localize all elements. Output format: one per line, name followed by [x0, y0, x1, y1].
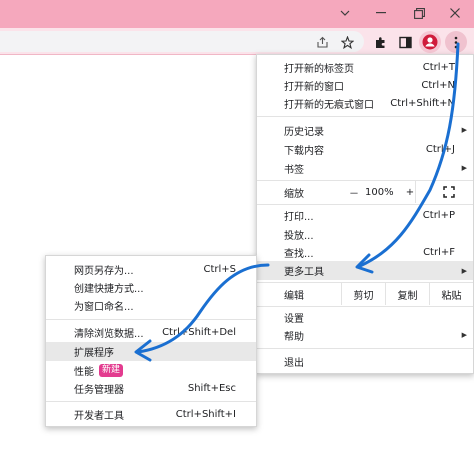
menu-item-settings[interactable]: 设置 — [257, 308, 473, 326]
history-label: 历史记录 — [284, 126, 324, 138]
menu-item-print[interactable]: 打印... Ctrl+P — [257, 206, 473, 224]
new-window-label: 打开新的窗口 — [284, 81, 344, 93]
address-bar[interactable] — [0, 31, 364, 52]
chevron-down-icon[interactable] — [326, 0, 364, 26]
menu-item-zoom: 缩放 － 100% + — [257, 181, 473, 203]
zoom-label: 缩放 — [284, 188, 304, 200]
kebab-menu-icon[interactable] — [445, 31, 467, 53]
menu-item-cast[interactable]: 投放... — [257, 225, 473, 243]
menu-item-new-tab[interactable]: 打开新的标签页 Ctrl+T — [257, 58, 473, 76]
separator — [257, 204, 473, 205]
menu-item-find[interactable]: 查找... Ctrl+F — [257, 243, 473, 261]
submenu-item-save-as[interactable]: 网页另存为... Ctrl+S — [46, 260, 256, 278]
copy-label: 复制 — [397, 290, 418, 302]
find-label: 查找... — [284, 248, 314, 260]
minimize-icon[interactable] — [362, 0, 400, 26]
new-window-shortcut: Ctrl+N — [421, 79, 455, 91]
downloads-shortcut: Ctrl+J — [425, 143, 455, 155]
cut-button[interactable]: 剪切 — [341, 283, 385, 305]
submenu-item-clear-data[interactable]: 清除浏览数据... Ctrl+Shift+Del — [46, 323, 256, 341]
separator — [257, 116, 473, 117]
menu-item-more-tools[interactable]: 更多工具 ▶ — [257, 261, 473, 280]
profile-icon[interactable] — [419, 31, 441, 53]
zoom-value: 100% — [365, 186, 394, 198]
more-tools-label: 更多工具 — [284, 267, 324, 278]
title-bar — [0, 0, 474, 28]
downloads-label: 下载内容 — [284, 145, 324, 157]
menu-item-downloads[interactable]: 下载内容 Ctrl+J — [257, 140, 473, 158]
extensions-label: 扩展程序 — [74, 348, 114, 359]
new-badge: 新建 — [99, 364, 124, 377]
sidepanel-icon[interactable] — [394, 31, 416, 53]
find-shortcut: Ctrl+F — [423, 246, 455, 258]
submenu-item-dev-tools[interactable]: 开发者工具 Ctrl+Shift+I — [46, 405, 256, 423]
exit-label: 退出 — [284, 357, 304, 369]
separator — [46, 401, 256, 402]
incognito-label: 打开新的无痕式窗口 — [284, 99, 374, 111]
help-label: 帮助 — [284, 331, 304, 343]
zoom-out-button[interactable]: － — [342, 185, 366, 200]
submenu-item-extensions[interactable]: 扩展程序 — [46, 342, 256, 361]
fullscreen-icon[interactable] — [443, 186, 455, 201]
menu-item-help[interactable]: 帮助 ▶ — [257, 326, 473, 344]
submenu-item-performance[interactable]: 性能 新建 — [46, 361, 256, 379]
menu-item-incognito[interactable]: 打开新的无痕式窗口 Ctrl+Shift+N — [257, 94, 473, 112]
new-tab-shortcut: Ctrl+T — [422, 61, 455, 73]
clear-data-label: 清除浏览数据... — [74, 328, 144, 340]
clear-data-shortcut: Ctrl+Shift+Del — [162, 326, 236, 338]
paste-button[interactable]: 粘贴 — [429, 283, 473, 305]
restore-icon[interactable] — [400, 0, 438, 26]
puzzle-icon[interactable] — [369, 31, 391, 53]
menu-item-history[interactable]: 历史记录 ▶ — [257, 121, 473, 139]
separator — [257, 306, 473, 307]
submenu-arrow-icon: ▶ — [461, 331, 467, 339]
close-icon[interactable] — [436, 0, 474, 26]
dev-tools-shortcut: Ctrl+Shift+I — [175, 408, 236, 420]
submenu-item-create-shortcut[interactable]: 创建快捷方式... — [46, 278, 256, 296]
print-shortcut: Ctrl+P — [422, 209, 455, 221]
incognito-shortcut: Ctrl+Shift+N — [390, 97, 455, 109]
separator — [46, 319, 256, 320]
submenu-item-name-window[interactable]: 为窗口命名... — [46, 296, 256, 314]
settings-label: 设置 — [284, 313, 304, 325]
browser-toolbar — [0, 28, 474, 55]
chrome-main-menu: 打开新的标签页 Ctrl+T 打开新的窗口 Ctrl+N 打开新的无痕式窗口 C… — [256, 54, 474, 374]
new-tab-label: 打开新的标签页 — [284, 63, 354, 75]
dev-tools-label: 开发者工具 — [74, 410, 124, 422]
star-icon[interactable] — [336, 31, 358, 53]
submenu-arrow-icon: ▶ — [461, 126, 467, 134]
paste-label: 粘贴 — [441, 290, 462, 302]
menu-item-bookmarks[interactable]: 书签 ▶ — [257, 159, 473, 177]
menu-item-new-window[interactable]: 打开新的窗口 Ctrl+N — [257, 76, 473, 94]
performance-label: 性能 — [74, 366, 94, 378]
create-shortcut-label: 创建快捷方式... — [74, 283, 144, 295]
bookmarks-label: 书签 — [284, 164, 304, 176]
submenu-arrow-icon: ▶ — [461, 266, 467, 275]
edit-label: 编辑 — [284, 290, 304, 302]
cast-label: 投放... — [284, 230, 314, 242]
name-window-label: 为窗口命名... — [74, 301, 134, 313]
print-label: 打印... — [284, 211, 314, 223]
submenu-item-task-manager[interactable]: 任务管理器 Shift+Esc — [46, 379, 256, 397]
save-as-label: 网页另存为... — [74, 265, 134, 277]
cut-label: 剪切 — [353, 290, 374, 302]
menu-item-exit[interactable]: 退出 — [257, 352, 473, 370]
task-manager-shortcut: Shift+Esc — [187, 382, 236, 394]
share-icon[interactable] — [311, 31, 333, 53]
save-as-shortcut: Ctrl+S — [203, 263, 236, 275]
submenu-arrow-icon: ▶ — [461, 164, 467, 172]
copy-button[interactable]: 复制 — [385, 283, 429, 305]
more-tools-submenu: 网页另存为... Ctrl+S 创建快捷方式... 为窗口命名... 清除浏览数… — [45, 255, 257, 427]
task-manager-label: 任务管理器 — [74, 384, 124, 396]
zoom-divider — [415, 181, 416, 203]
menu-item-edit: 编辑 剪切 复制 粘贴 — [257, 283, 473, 305]
separator — [257, 348, 473, 349]
